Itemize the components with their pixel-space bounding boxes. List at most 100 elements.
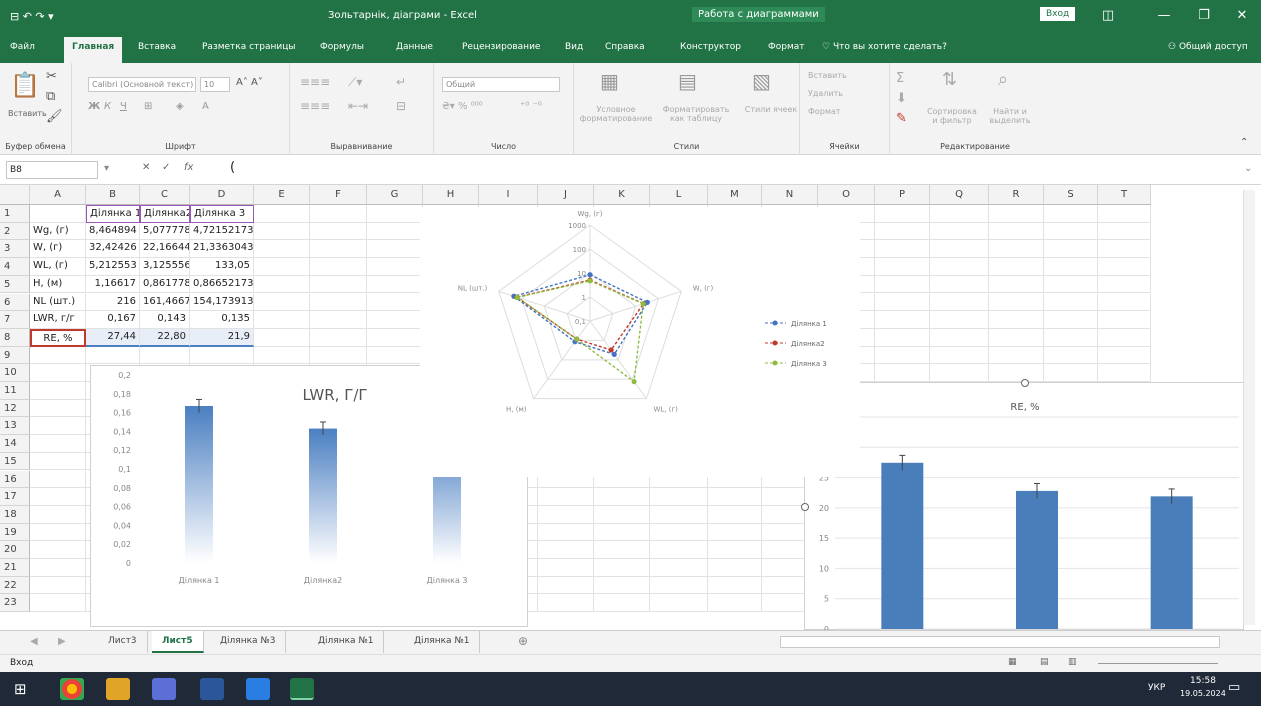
merge-icon[interactable]: ⊟	[396, 99, 406, 113]
notifications-icon[interactable]: ▭	[1228, 680, 1240, 695]
cell[interactable]	[30, 205, 86, 223]
resize-handle[interactable]	[1021, 379, 1029, 387]
cell[interactable]	[538, 505, 594, 524]
cell[interactable]	[310, 311, 367, 329]
cell[interactable]	[989, 258, 1044, 276]
cell[interactable]	[930, 275, 989, 294]
row-header[interactable]: 17	[0, 488, 30, 506]
enter-icon[interactable]: ✓	[162, 162, 170, 173]
clear-icon[interactable]: ✎	[896, 111, 907, 126]
column-header[interactable]: J	[538, 185, 594, 205]
cell[interactable]	[30, 541, 86, 559]
format-table-icon[interactable]: ▤	[678, 69, 697, 93]
row-header[interactable]: 10	[0, 364, 30, 382]
value-cell[interactable]: 1,16617	[86, 275, 140, 294]
name-box[interactable]: B8	[6, 161, 98, 179]
cell[interactable]	[930, 328, 989, 347]
find-icon[interactable]: ⌕	[998, 69, 1008, 90]
tell-me-box[interactable]: ♡ Что вы хотите сделать?	[822, 42, 947, 52]
row-header[interactable]: 3	[0, 240, 30, 259]
cell[interactable]	[254, 311, 310, 329]
cell[interactable]	[30, 559, 86, 577]
cell[interactable]	[367, 275, 423, 294]
cell[interactable]	[1044, 222, 1098, 241]
conditional-format-icon[interactable]: ▦	[600, 69, 619, 93]
cell[interactable]	[86, 346, 140, 365]
select-all-corner[interactable]	[0, 185, 30, 205]
cell[interactable]	[650, 594, 708, 613]
cell[interactable]	[930, 293, 989, 312]
delete-cells-button[interactable]: Удалить	[808, 89, 843, 98]
value-cell[interactable]: 5,077778	[140, 222, 190, 241]
sort-filter-icon[interactable]: ⇅	[942, 69, 957, 90]
cell[interactable]	[989, 364, 1044, 382]
format-table-button[interactable]: Форматировать как таблицу	[658, 105, 734, 123]
cell[interactable]	[1098, 364, 1151, 382]
cell[interactable]	[875, 293, 930, 312]
underline-icon[interactable]: Ч	[120, 101, 127, 112]
windows-start-icon[interactable]: ⊞	[14, 680, 27, 698]
tab-view[interactable]: Вид	[565, 42, 583, 52]
paste-button[interactable]: Вставить	[8, 109, 47, 118]
chrome-icon[interactable]	[60, 678, 84, 700]
value-cell[interactable]: 0,861778	[140, 275, 190, 294]
value-cell[interactable]: 22,80	[140, 328, 190, 347]
cell[interactable]	[989, 328, 1044, 347]
align-left-icon[interactable]: ≡≡≡	[300, 99, 330, 113]
cell[interactable]	[1044, 311, 1098, 329]
next-sheet-icon[interactable]: ▶	[58, 636, 66, 647]
cell[interactable]	[989, 240, 1044, 259]
cell[interactable]	[708, 594, 762, 613]
cell[interactable]	[310, 222, 367, 241]
column-header[interactable]: L	[650, 185, 708, 205]
cell[interactable]	[1044, 258, 1098, 276]
minimize-icon[interactable]: —	[1150, 6, 1178, 26]
format-cells-button[interactable]: Формат	[808, 107, 840, 116]
cell[interactable]	[708, 576, 762, 595]
row-label-cell[interactable]: NL (шт.)	[30, 293, 86, 312]
value-cell[interactable]: 161,4667	[140, 293, 190, 312]
cell[interactable]	[367, 293, 423, 312]
zoom-slider[interactable]	[1098, 663, 1218, 664]
row-header[interactable]: 20	[0, 541, 30, 559]
tab-insert[interactable]: Вставка	[138, 42, 176, 52]
value-cell[interactable]: 22,16644	[140, 240, 190, 259]
row-header[interactable]: 16	[0, 470, 30, 489]
column-header[interactable]: E	[254, 185, 310, 205]
value-cell[interactable]: 216	[86, 293, 140, 312]
cell[interactable]	[650, 523, 708, 542]
row-header[interactable]: 4	[0, 258, 30, 276]
cell[interactable]	[30, 505, 86, 524]
photos-icon[interactable]	[246, 678, 270, 700]
cell[interactable]	[1044, 364, 1098, 382]
cell[interactable]	[367, 222, 423, 241]
cell[interactable]	[875, 275, 930, 294]
resize-handle[interactable]	[801, 503, 809, 511]
insert-cells-button[interactable]: Вставить	[808, 71, 847, 80]
column-header[interactable]: S	[1044, 185, 1098, 205]
fill-color-icon[interactable]: ◈	[176, 101, 184, 112]
borders-icon[interactable]: ⊞	[144, 101, 152, 112]
tab-formulas[interactable]: Формулы	[320, 42, 364, 52]
re-bar-chart[interactable]: 35302520151050RE, %	[801, 379, 1244, 630]
cell-styles-icon[interactable]: ▧	[752, 69, 771, 93]
cell[interactable]	[1098, 222, 1151, 241]
cell[interactable]	[254, 240, 310, 259]
cell[interactable]	[1098, 328, 1151, 347]
row-header[interactable]: 19	[0, 523, 30, 542]
row-label-cell[interactable]: RE, %	[30, 328, 86, 347]
fx-icon[interactable]: fx	[184, 162, 193, 173]
cell[interactable]	[875, 364, 930, 382]
italic-icon[interactable]: К	[104, 101, 111, 112]
cell[interactable]	[367, 346, 423, 365]
sheet-tab[interactable]: Лист3	[98, 631, 148, 653]
cell[interactable]	[1044, 275, 1098, 294]
prev-sheet-icon[interactable]: ◀	[30, 636, 38, 647]
cell[interactable]	[708, 505, 762, 524]
column-header[interactable]: F	[310, 185, 367, 205]
column-header[interactable]: H	[423, 185, 479, 205]
namebox-dropdown-icon[interactable]: ▾	[104, 163, 109, 174]
tab-file[interactable]: Файл	[10, 42, 35, 52]
cell[interactable]	[930, 222, 989, 241]
wrap-text-icon[interactable]: ↵	[396, 75, 406, 89]
